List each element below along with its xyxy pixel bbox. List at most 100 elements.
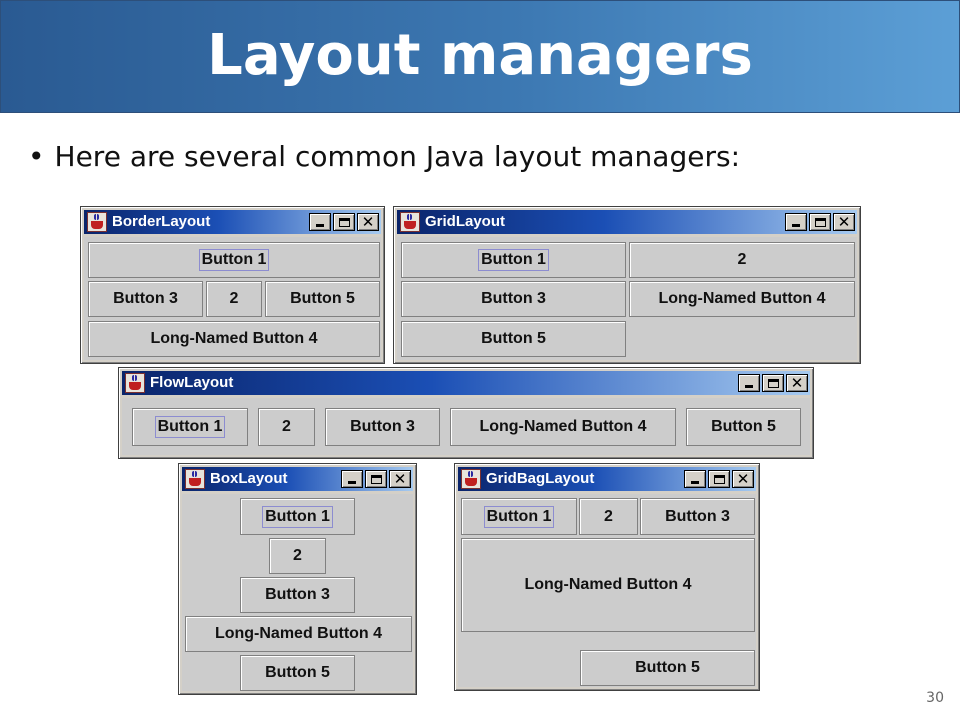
java-coffee-cup-icon[interactable] [400,212,420,232]
bullet-text: Here are several common Java layout mana… [54,140,740,173]
window-content: Button 1 2 Button 3 Long-Named Button 4 … [458,494,756,687]
box-button-4[interactable]: Long-Named Button 4 [185,616,412,652]
maximize-icon [370,474,382,484]
bullet-icon: • [28,140,45,173]
window-title: FlowLayout [150,374,234,391]
grid-button-5[interactable]: Button 5 [401,321,626,357]
button-north[interactable]: Button 1 [88,242,380,278]
maximize-button[interactable] [365,470,387,488]
page-number: 30 [926,690,944,706]
close-icon: ✕ [790,373,804,392]
borderlayout-window: BorderLayout ✕ Button 1 Button 3 2 Butto… [80,206,385,364]
maximize-button[interactable] [809,213,831,231]
button-label: Long-Named Button 4 [479,418,647,435]
button-label: 2 [293,547,302,564]
flow-button-1[interactable]: Button 1 [132,408,248,446]
window-content: Button 1 Button 3 2 Button 5 Long-Named … [84,237,381,360]
window-titlebar[interactable]: GridBagLayout ✕ [458,467,756,491]
window-content: Button 1 2 Button 3 Long-Named Button 4 … [397,237,857,360]
minimize-button[interactable] [738,374,760,392]
button-south[interactable]: Long-Named Button 4 [88,321,380,357]
button-label: Button 3 [113,290,178,307]
gridbaglayout-window: GridBagLayout ✕ Button 1 2 Button 3 Long… [454,463,760,691]
close-button[interactable]: ✕ [786,374,808,392]
button-label: Button 1 [262,505,333,528]
button-label: Long-Named Button 4 [150,330,318,347]
minimize-icon [691,481,699,484]
window-title: BoxLayout [210,470,288,487]
maximize-button[interactable] [762,374,784,392]
button-label: Button 3 [350,418,415,435]
window-titlebar[interactable]: BorderLayout ✕ [84,210,381,234]
close-button[interactable]: ✕ [389,470,411,488]
box-button-1[interactable]: Button 1 [240,498,355,535]
button-west[interactable]: Button 3 [88,281,203,317]
button-label: Button 3 [481,290,546,307]
minimize-button[interactable] [785,213,807,231]
close-button[interactable]: ✕ [357,213,379,231]
flow-button-3[interactable]: Button 3 [325,408,440,446]
window-title: GridBagLayout [486,470,595,487]
button-label: 2 [229,290,239,307]
gridlayout-window: GridLayout ✕ Button 1 2 Button 3 Long-Na… [393,206,861,364]
button-label: 2 [282,418,291,435]
slide-title: Layout managers [207,23,753,88]
maximize-button[interactable] [708,470,730,488]
window-title: BorderLayout [112,213,211,230]
gridbag-button-5[interactable]: Button 5 [580,650,755,686]
minimize-button[interactable] [341,470,363,488]
flow-button-5[interactable]: Button 5 [686,408,801,446]
gridbag-button-1[interactable]: Button 1 [461,498,577,535]
window-content: Button 1 2 Button 3 Long-Named Button 4 … [122,398,810,455]
grid-button-4[interactable]: Long-Named Button 4 [629,281,855,317]
gridbag-button-2[interactable]: 2 [579,498,638,535]
java-coffee-cup-icon[interactable] [461,469,481,489]
flow-button-4[interactable]: Long-Named Button 4 [450,408,676,446]
button-label: Button 5 [635,659,700,676]
window-titlebar[interactable]: BoxLayout ✕ [182,467,413,491]
button-label: Button 3 [665,507,730,525]
box-button-5[interactable]: Button 5 [240,655,355,691]
window-titlebar[interactable]: GridLayout ✕ [397,210,857,234]
close-button[interactable]: ✕ [833,213,855,231]
grid-button-3[interactable]: Button 3 [401,281,626,317]
gridbag-button-4[interactable]: Long-Named Button 4 [461,538,755,632]
java-coffee-cup-icon[interactable] [125,373,145,393]
maximize-icon [338,217,350,227]
flowlayout-window: FlowLayout ✕ Button 1 2 Button 3 Long-Na… [118,367,814,459]
minimize-icon [745,385,753,388]
maximize-icon [713,474,725,484]
button-label: Button 5 [290,290,355,307]
button-label: Long-Named Button 4 [658,290,826,307]
maximize-icon [814,217,826,227]
gridbag-button-3[interactable]: Button 3 [640,498,755,535]
button-east[interactable]: Button 5 [265,281,380,317]
flow-button-2[interactable]: 2 [258,408,315,446]
button-label: Button 1 [478,249,549,271]
minimize-button[interactable] [684,470,706,488]
java-coffee-cup-icon[interactable] [87,212,107,232]
window-title: GridLayout [425,213,506,230]
grid-button-2[interactable]: 2 [629,242,855,278]
close-icon: ✕ [736,469,750,488]
button-label: Button 3 [265,586,330,603]
grid-button-1[interactable]: Button 1 [401,242,626,278]
box-button-3[interactable]: Button 3 [240,577,355,613]
minimize-icon [316,224,324,227]
button-label: 2 [737,251,747,268]
minimize-button[interactable] [309,213,331,231]
maximize-icon [767,378,779,388]
boxlayout-window: BoxLayout ✕ Button 1 2 Button 3 Long-Nam… [178,463,417,695]
window-titlebar[interactable]: FlowLayout ✕ [122,371,810,395]
close-button[interactable]: ✕ [732,470,754,488]
button-center[interactable]: 2 [206,281,262,317]
maximize-button[interactable] [333,213,355,231]
close-icon: ✕ [361,212,375,231]
minimize-icon [792,224,800,227]
button-label: 2 [604,507,613,525]
button-label: Button 5 [481,330,546,347]
java-coffee-cup-icon[interactable] [185,469,205,489]
box-button-2[interactable]: 2 [269,538,326,574]
button-label: Button 1 [154,416,226,438]
close-icon: ✕ [837,212,851,231]
